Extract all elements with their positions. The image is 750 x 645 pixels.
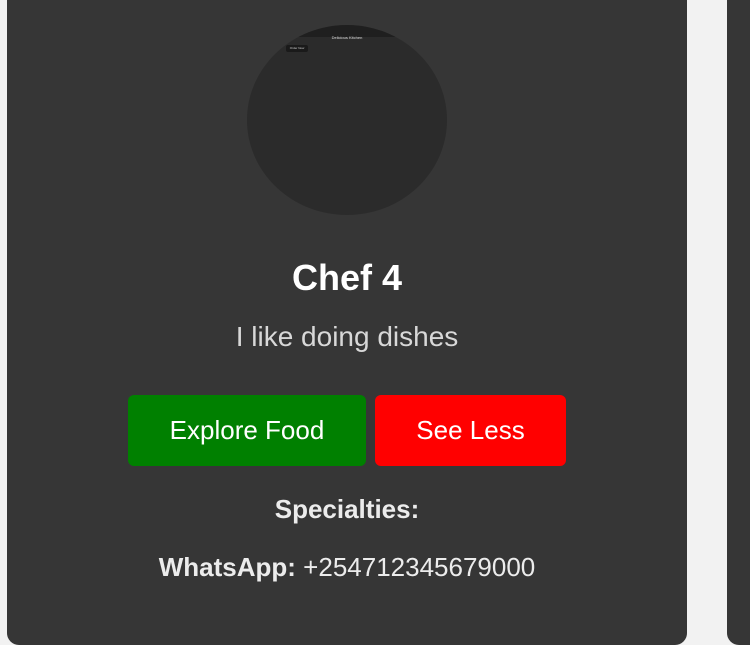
whatsapp-contact: WhatsApp: +254712345679000	[7, 550, 687, 584]
specialties-heading: Specialties:	[274, 494, 420, 524]
avatar-title: Delicious Kitchen	[331, 35, 363, 40]
avatar-order-button: Order Now	[286, 45, 308, 52]
chef-card: Delicious Kitchen Order Now Chef 4 I lik…	[7, 0, 687, 645]
whatsapp-label: WhatsApp:	[158, 552, 296, 582]
whatsapp-number[interactable]: +254712345679000	[303, 552, 535, 582]
chef-bio: I like doing dishes	[235, 321, 459, 352]
chef-avatar: Delicious Kitchen Order Now	[247, 25, 447, 215]
next-chef-card	[727, 0, 750, 645]
explore-food-button[interactable]: Explore Food	[128, 395, 366, 466]
see-less-button[interactable]: See Less	[375, 395, 566, 466]
chef-name: Chef 4	[291, 257, 403, 298]
